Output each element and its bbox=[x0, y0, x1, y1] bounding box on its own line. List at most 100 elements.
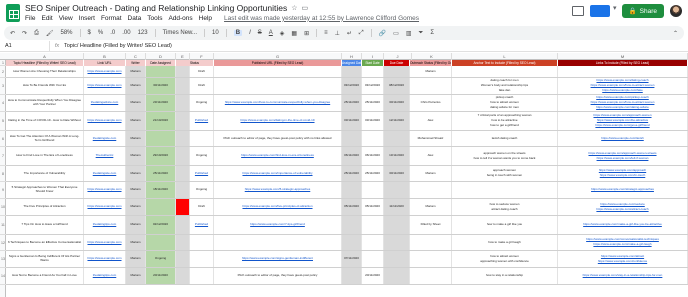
include-link[interactable]: https://www.example.com/confidence bbox=[598, 259, 647, 264]
writer-cell[interactable]: Mariam bbox=[126, 199, 146, 215]
published-status-cell[interactable]: Ongoing bbox=[190, 95, 214, 111]
assigned-date-cell[interactable] bbox=[342, 235, 362, 250]
paint-format-icon[interactable]: 🖌 bbox=[46, 30, 54, 37]
published-status-cell[interactable] bbox=[190, 235, 214, 250]
published-status-cell[interactable]: Ongoing bbox=[190, 147, 214, 165]
due-date-cell[interactable] bbox=[384, 251, 410, 267]
outreach-text[interactable]: https://www.example.com/signs-gentleman-… bbox=[242, 256, 313, 261]
outreach-text[interactable]: https://www.example.com/7-tips-girlfrien… bbox=[250, 222, 305, 227]
links-to-include-cell[interactable]: https://www.example.com/lavish bbox=[558, 131, 688, 146]
topic-cell[interactable]: How Women Are Choosing Their Relationshi… bbox=[6, 66, 84, 77]
due-date-cell[interactable] bbox=[384, 268, 410, 284]
menu-help[interactable]: Help bbox=[199, 15, 212, 23]
start-date-cell[interactable]: 05/11/2020 bbox=[362, 199, 384, 215]
outreach-writer-cell[interactable]: Mohammad Shoaiz bbox=[410, 131, 452, 146]
font-select[interactable]: Times New... bbox=[163, 30, 197, 36]
due-date-cell[interactable]: 11/11/2020 bbox=[384, 199, 410, 215]
topic-cell[interactable]: How to Communicate Respectfully When You… bbox=[6, 95, 84, 111]
links-to-include-cell[interactable]: https://www.example.com/make-a-girl-like… bbox=[558, 216, 688, 234]
include-link[interactable]: https://www.example.com/make-a-girl-like… bbox=[583, 222, 662, 227]
due-date-cell[interactable] bbox=[384, 235, 410, 250]
text-wrap-icon[interactable]: ↵ bbox=[347, 30, 352, 37]
include-link[interactable]: https://www.example.com/lavish bbox=[601, 136, 644, 141]
strikethrough-button[interactable]: S bbox=[258, 30, 262, 36]
due-date-cell[interactable] bbox=[384, 66, 410, 77]
outreach-writer-cell[interactable] bbox=[410, 251, 452, 267]
column-header-d[interactable]: D bbox=[146, 53, 176, 60]
outreach-writer-cell[interactable]: Alex bbox=[410, 112, 452, 130]
bold-button[interactable]: B bbox=[233, 30, 243, 36]
link-cell[interactable]: thedatingadvice.com bbox=[84, 95, 126, 111]
share-button[interactable]: 🔒 Share bbox=[621, 4, 664, 18]
link-text[interactable]: https://www.example.com bbox=[87, 204, 121, 209]
link-cell[interactable]: thedatingtips.com bbox=[84, 216, 126, 234]
comment-history-icon[interactable] bbox=[571, 6, 584, 16]
link-text[interactable]: https://www.example.com bbox=[87, 69, 121, 74]
due-date-cell[interactable] bbox=[384, 182, 410, 198]
assigned-date-cell[interactable] bbox=[342, 131, 362, 146]
star-icon[interactable]: ☆ bbox=[291, 5, 297, 12]
print-icon[interactable]: ⎙ bbox=[34, 30, 39, 37]
topic-cell[interactable]: 6 Techniques to Become an Effective Conv… bbox=[6, 235, 84, 250]
anchor-text-cell[interactable]: approach women on the streets how to tell… bbox=[452, 147, 558, 165]
include-link[interactable]: https://www.example.com/strategic-approa… bbox=[591, 187, 654, 192]
anchor-text-cell[interactable]: how to stay in a relationship bbox=[452, 268, 558, 284]
column-header-h[interactable]: H bbox=[342, 53, 362, 60]
due-date-cell[interactable]: 13/11/2020 bbox=[384, 147, 410, 165]
status-cell[interactable] bbox=[176, 95, 190, 111]
outreach-status-cell[interactable]: https://www.example.com/dating-in-the-ti… bbox=[214, 112, 342, 130]
link-text[interactable]: https://www.example.com bbox=[87, 240, 121, 245]
writer-cell[interactable]: Mariam bbox=[126, 112, 146, 130]
link-cell[interactable]: https://www.example.com bbox=[84, 199, 126, 215]
writer-cell[interactable]: Mariam bbox=[126, 131, 146, 146]
writer-cell[interactable]: Mariam bbox=[126, 95, 146, 111]
status-cell[interactable] bbox=[176, 251, 190, 267]
link-text[interactable]: thedatingtips.com bbox=[93, 273, 117, 278]
links-to-include-cell[interactable]: https://www.example.com/approach https://… bbox=[558, 166, 688, 181]
italic-button[interactable]: I bbox=[249, 30, 251, 36]
include-link[interactable]: https://www.example.com/make-a-girl-laug… bbox=[593, 242, 651, 247]
anchor-text-cell[interactable]: dating coach for men Women's body and rel… bbox=[452, 78, 558, 94]
assigned-date-cell[interactable]: 06/11/2020 bbox=[342, 147, 362, 165]
assigned-date-cell[interactable]: 03/12/2020 bbox=[342, 78, 362, 94]
due-date-cell[interactable]: 12/11/2020 bbox=[384, 112, 410, 130]
anchor-text-cell[interactable]: how to seduce women attract dating coach bbox=[452, 199, 558, 215]
published-status-cell[interactable]: Draft bbox=[190, 199, 214, 215]
start-date-cell[interactable]: 20/11/2020 bbox=[362, 268, 384, 284]
date-assigned-cell[interactable]: 30/11/2020 bbox=[146, 78, 176, 94]
outreach-text[interactable]: https://www.example.com/5-strategic-appr… bbox=[245, 187, 311, 192]
anchor-text-cell[interactable]: how to attract women approaching women wi… bbox=[452, 251, 558, 267]
links-to-include-cell[interactable] bbox=[558, 66, 688, 77]
published-status-cell[interactable]: Published bbox=[190, 166, 214, 181]
link-text[interactable]: thedatingadvice.com bbox=[91, 100, 119, 105]
writer-cell[interactable]: Mariam bbox=[126, 147, 146, 165]
font-size-select[interactable]: 10 bbox=[212, 30, 219, 36]
link-cell[interactable]: https://www.example.com bbox=[84, 235, 126, 250]
topic-cell[interactable]: How Not to Become a Friend As You Fall i… bbox=[6, 268, 84, 284]
writer-cell[interactable]: Mariam bbox=[126, 235, 146, 250]
start-date-cell[interactable] bbox=[362, 235, 384, 250]
redo-icon[interactable]: ↷ bbox=[22, 30, 27, 37]
menu-edit[interactable]: Edit bbox=[41, 15, 52, 23]
date-assigned-cell[interactable]: 29/10/2020 bbox=[146, 147, 176, 165]
topic-cell[interactable]: The Importance of Vulnerability bbox=[6, 166, 84, 181]
start-date-cell[interactable]: 25/11/2020 bbox=[362, 95, 384, 111]
date-assigned-cell[interactable] bbox=[146, 199, 176, 215]
link-cell[interactable]: TheAuthentic bbox=[84, 147, 126, 165]
topic-cell[interactable]: How to Find Love in The Era of Lonelines… bbox=[6, 147, 84, 165]
anchor-text-cell[interactable]: lavish dating coach bbox=[452, 131, 558, 146]
percent-format-button[interactable]: % bbox=[98, 30, 103, 36]
formula-input[interactable]: Topic/ Headline (Filled by Writer/ SEO L… bbox=[64, 43, 172, 49]
anchor-text-cell[interactable] bbox=[452, 182, 558, 198]
status-cell[interactable] bbox=[176, 182, 190, 198]
functions-icon[interactable]: Σ bbox=[430, 30, 434, 36]
collapse-toolbar-icon[interactable]: ⌃ bbox=[673, 30, 678, 37]
column-header-a[interactable]: A bbox=[6, 53, 84, 60]
column-header-i[interactable]: I bbox=[362, 53, 384, 60]
assigned-date-cell[interactable]: 07/11/2020 bbox=[342, 251, 362, 267]
outreach-writer-cell[interactable]: Filled by Sheet bbox=[410, 216, 452, 234]
link-text[interactable]: https://www.example.com bbox=[87, 83, 121, 88]
outreach-status-cell[interactable] bbox=[214, 235, 342, 250]
links-to-include-cell[interactable]: https://www.example.com/conversationalis… bbox=[558, 235, 688, 250]
include-link[interactable]: https://www.example.com/in-touch bbox=[600, 173, 646, 178]
